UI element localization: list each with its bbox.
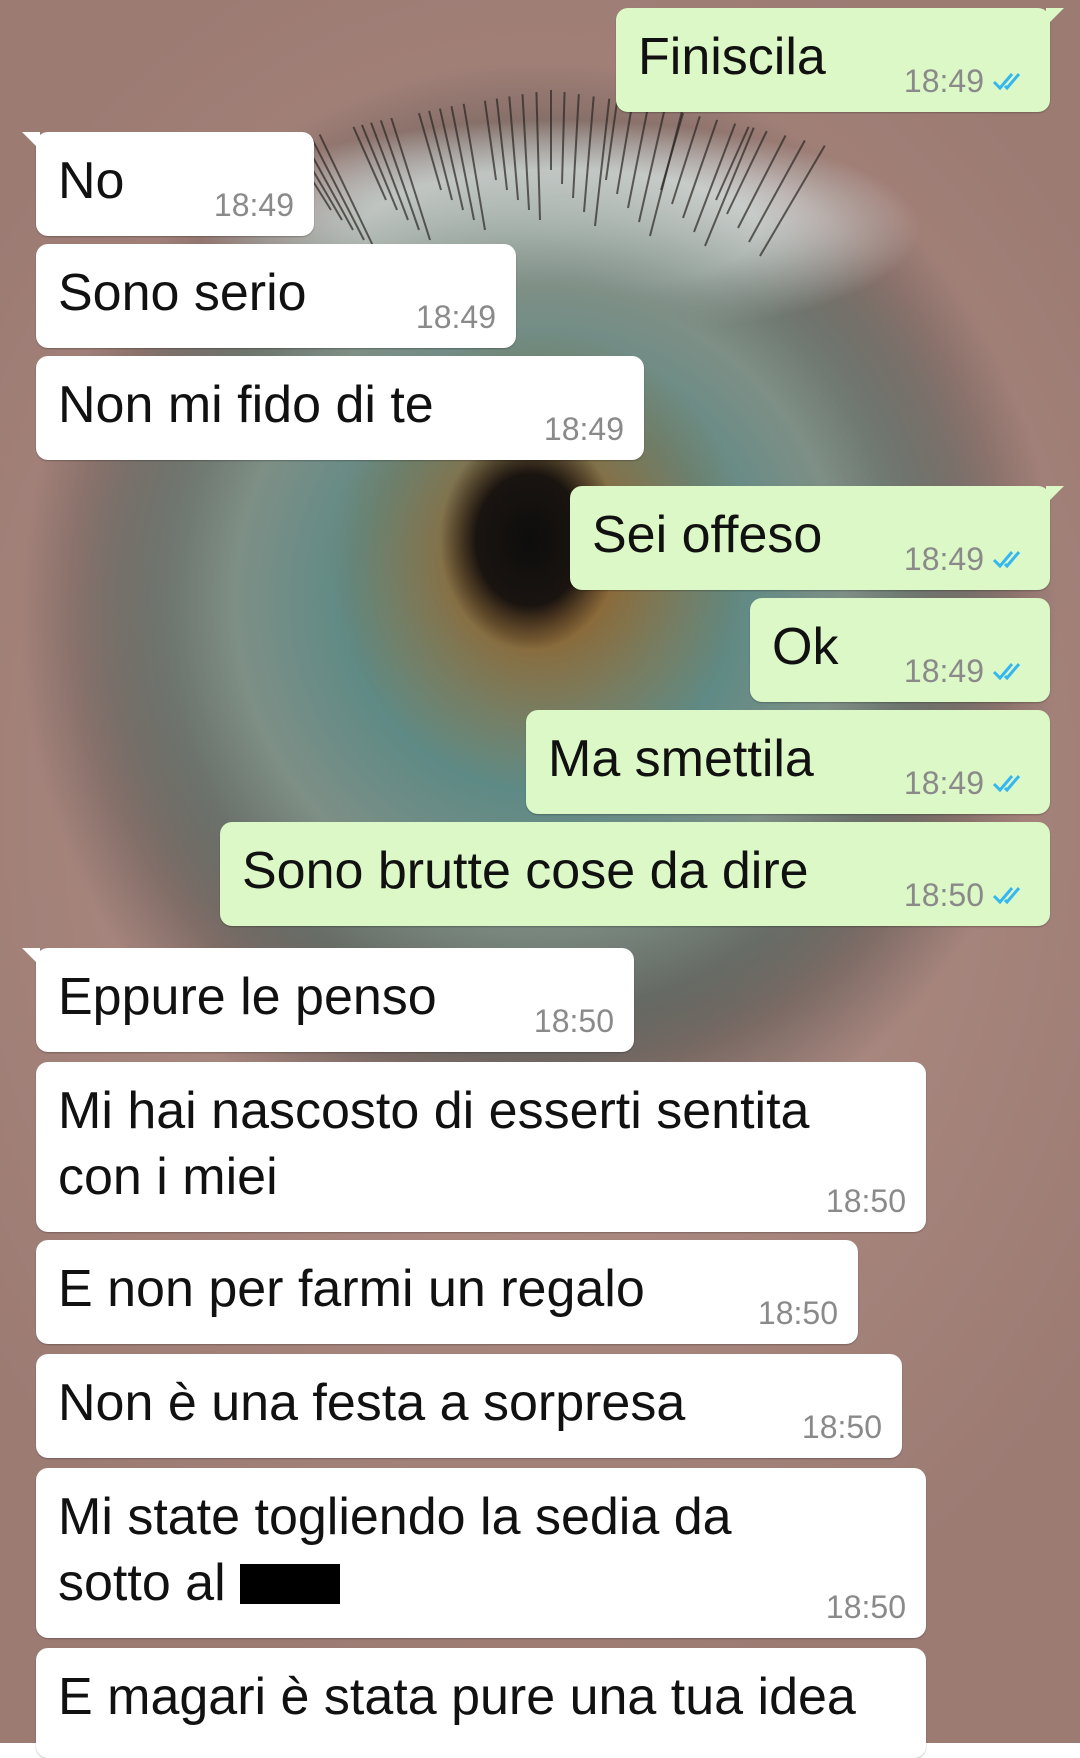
message-bubble-outgoing[interactable]: Ok 18:49 — [750, 598, 1050, 702]
message-time: 18:50 — [801, 1409, 882, 1445]
message-bubble-incoming[interactable]: Mi hai nascosto di esserti sentita con i… — [36, 1062, 926, 1232]
read-receipt-double-check-icon — [992, 775, 1021, 793]
message-text-line: con i miei — [58, 1148, 278, 1206]
message-bubble-outgoing[interactable]: Sei offeso 18:49 — [570, 486, 1064, 590]
message-text: Mi hai nascosto di esserti sentita con i… — [58, 1078, 809, 1210]
message-bubble-outgoing[interactable]: Finiscila 18:49 — [616, 8, 1064, 112]
message-time: 18:49 — [903, 63, 984, 99]
read-receipt-double-check-icon — [992, 663, 1021, 681]
message-text: Mi state togliendo la sedia da sotto al — [58, 1484, 732, 1616]
message-text: Non è una festa a sorpresa — [58, 1374, 686, 1432]
message-meta: 18:49 — [214, 188, 294, 222]
message-time: 18:50 — [903, 877, 984, 913]
chat-conversation: Finiscila 18:49 No 18:49 Sono serio 18:4… — [0, 0, 1080, 1758]
message-text: Ok — [772, 618, 839, 676]
message-text-line: Mi state togliendo la sedia da — [58, 1488, 732, 1546]
message-text: E non per farmi un regalo — [58, 1260, 645, 1318]
message-bubble-incoming[interactable]: Non è una festa a sorpresa 18:50 — [36, 1354, 902, 1458]
redaction-block — [239, 1564, 340, 1604]
message-time: 18:50 — [533, 1003, 614, 1039]
message-meta: 18:49 — [544, 412, 624, 446]
message-text: Sono serio — [58, 264, 307, 322]
message-text: Non mi fido di te — [58, 376, 434, 434]
message-bubble-incoming[interactable]: Sono serio 18:49 — [36, 244, 516, 348]
message-meta: 18:50 — [802, 1410, 882, 1444]
message-bubble-outgoing[interactable]: Sono brutte cose da dire 18:50 — [220, 822, 1050, 926]
message-text-line: sotto al — [58, 1554, 226, 1612]
message-bubble-incoming[interactable]: Mi state togliendo la sedia da sotto al … — [36, 1468, 926, 1638]
read-receipt-double-check-icon — [992, 887, 1021, 905]
message-meta: 18:49 — [416, 300, 496, 334]
message-time: 18:49 — [213, 187, 294, 223]
message-meta: 18:50 — [826, 1184, 906, 1218]
message-time: 18:49 — [903, 653, 984, 689]
message-meta: 18:49 — [904, 766, 1030, 800]
message-bubble-incoming[interactable]: Non mi fido di te 18:49 — [36, 356, 644, 460]
message-time: 18:50 — [825, 1589, 906, 1625]
message-meta: 18:50 — [904, 878, 1030, 912]
message-text: Sono brutte cose da dire — [242, 842, 809, 900]
read-receipt-double-check-icon — [992, 551, 1021, 569]
read-receipt-double-check-icon — [992, 73, 1021, 91]
message-bubble-incoming[interactable]: E non per farmi un regalo 18:50 — [36, 1240, 858, 1344]
message-bubble-incoming[interactable]: E magari è stata pure una tua idea — [36, 1648, 926, 1758]
message-meta: 18:49 — [904, 654, 1030, 688]
message-text: Finiscila — [638, 28, 826, 86]
message-bubble-incoming[interactable]: No 18:49 — [22, 132, 314, 236]
message-text: Ma smettila — [548, 730, 814, 788]
message-meta: 18:50 — [758, 1296, 838, 1330]
message-time: 18:49 — [543, 411, 624, 447]
message-time: 18:49 — [903, 765, 984, 801]
message-time: 18:50 — [825, 1183, 906, 1219]
message-meta: 18:49 — [904, 64, 1030, 98]
message-text: Eppure le penso — [58, 968, 437, 1026]
message-bubble-outgoing[interactable]: Ma smettila 18:49 — [526, 710, 1050, 814]
message-text-line: Mi hai nascosto di esserti sentita — [58, 1082, 810, 1140]
message-text: Sei offeso — [592, 506, 823, 564]
message-time: 18:50 — [757, 1295, 838, 1331]
message-bubble-incoming[interactable]: Eppure le penso 18:50 — [22, 948, 634, 1052]
message-time: 18:49 — [903, 541, 984, 577]
message-meta: 18:50 — [826, 1590, 906, 1624]
message-text: E magari è stata pure una tua idea — [58, 1668, 856, 1726]
message-meta: 18:50 — [534, 1004, 614, 1038]
message-time: 18:49 — [415, 299, 496, 335]
message-text: No — [58, 152, 125, 210]
message-meta: 18:49 — [904, 542, 1030, 576]
